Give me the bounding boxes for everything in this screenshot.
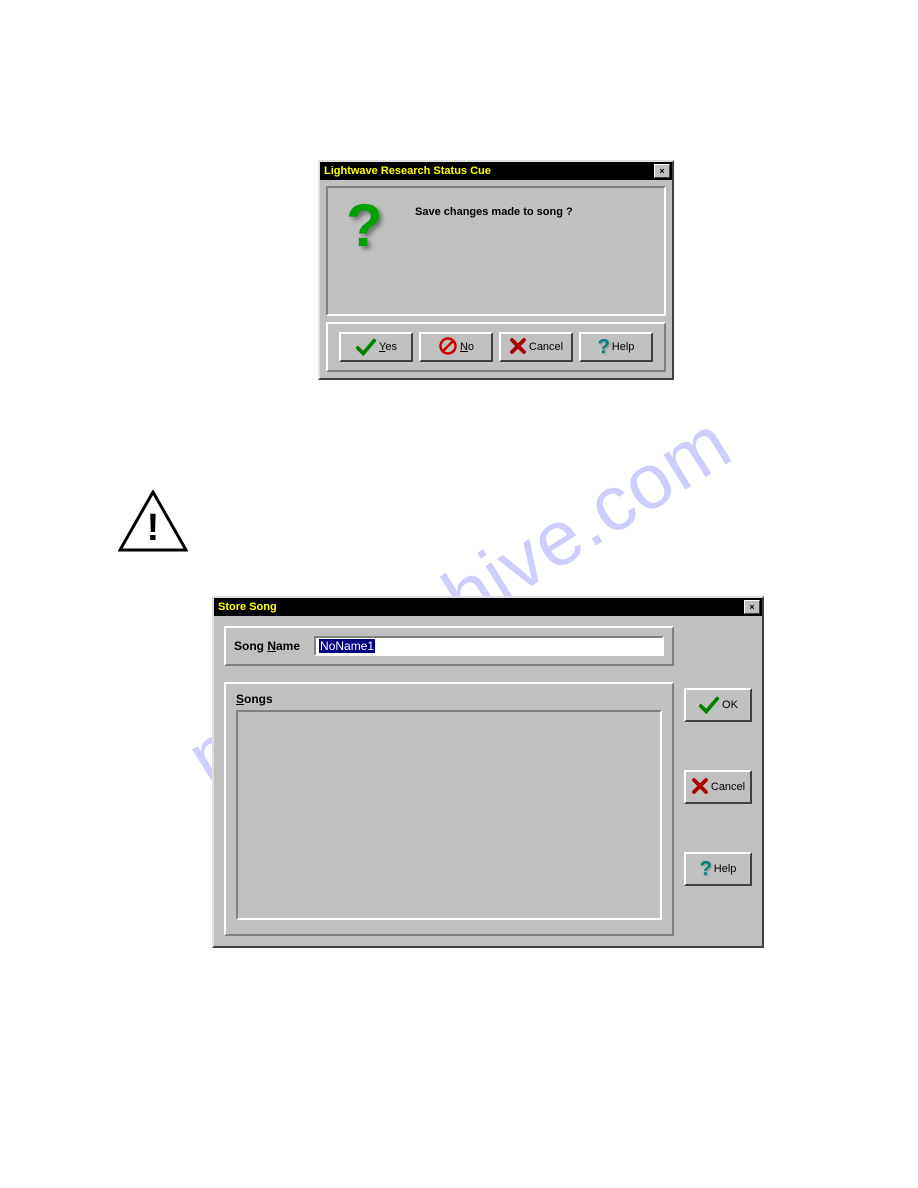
message-panel: ? Save changes made to song ? bbox=[326, 186, 666, 316]
dialog-title: Store Song bbox=[216, 601, 744, 613]
cancel-button[interactable]: Cancel bbox=[684, 770, 752, 804]
songs-listbox[interactable] bbox=[236, 710, 662, 920]
check-icon bbox=[355, 336, 377, 358]
titlebar: Lightwave Research Status Cue × bbox=[320, 162, 672, 180]
cancel-button[interactable]: Cancel bbox=[499, 332, 573, 362]
save-changes-dialog: Lightwave Research Status Cue × ? Save c… bbox=[318, 160, 674, 380]
ok-button[interactable]: OK bbox=[684, 688, 752, 722]
songs-label: Songs bbox=[236, 692, 662, 706]
cancel-label: Cancel bbox=[529, 341, 563, 353]
close-button[interactable]: × bbox=[744, 600, 760, 614]
dialog-title: Lightwave Research Status Cue bbox=[322, 165, 654, 177]
no-icon bbox=[438, 336, 458, 359]
help-button[interactable]: ? Help bbox=[684, 852, 752, 886]
store-song-dialog: Store Song × Song Name NoName1 Songs bbox=[212, 596, 764, 948]
help-button[interactable]: ? Help bbox=[579, 332, 653, 362]
help-icon: ? bbox=[598, 337, 610, 357]
cancel-x-icon bbox=[691, 776, 709, 799]
close-button[interactable]: × bbox=[654, 164, 670, 178]
no-button[interactable]: No bbox=[419, 332, 493, 362]
dialog-message: Save changes made to song ? bbox=[415, 202, 573, 218]
ok-label: OK bbox=[722, 699, 738, 711]
warning-triangle-icon: ! bbox=[118, 490, 188, 554]
help-label: Help bbox=[612, 341, 635, 353]
song-name-panel: Song Name NoName1 bbox=[224, 626, 674, 666]
help-icon: ? bbox=[700, 859, 712, 879]
yes-label: Yes bbox=[379, 341, 397, 353]
song-name-label: Song Name bbox=[234, 639, 300, 653]
check-icon bbox=[698, 694, 720, 716]
yes-button[interactable]: Yes bbox=[339, 332, 413, 362]
cancel-label: Cancel bbox=[711, 781, 745, 793]
button-column: OK Cancel ? Help bbox=[684, 626, 752, 886]
song-name-input[interactable]: NoName1 bbox=[314, 636, 664, 656]
song-name-value: NoName1 bbox=[319, 639, 375, 653]
help-label: Help bbox=[714, 863, 737, 875]
svg-text:!: ! bbox=[147, 507, 160, 549]
no-label: No bbox=[460, 341, 474, 353]
songs-panel: Songs bbox=[224, 682, 674, 936]
cancel-x-icon bbox=[509, 336, 527, 359]
button-bar: Yes No Cancel ? Help bbox=[326, 322, 666, 372]
question-icon: ? bbox=[346, 202, 391, 257]
titlebar: Store Song × bbox=[214, 598, 762, 616]
